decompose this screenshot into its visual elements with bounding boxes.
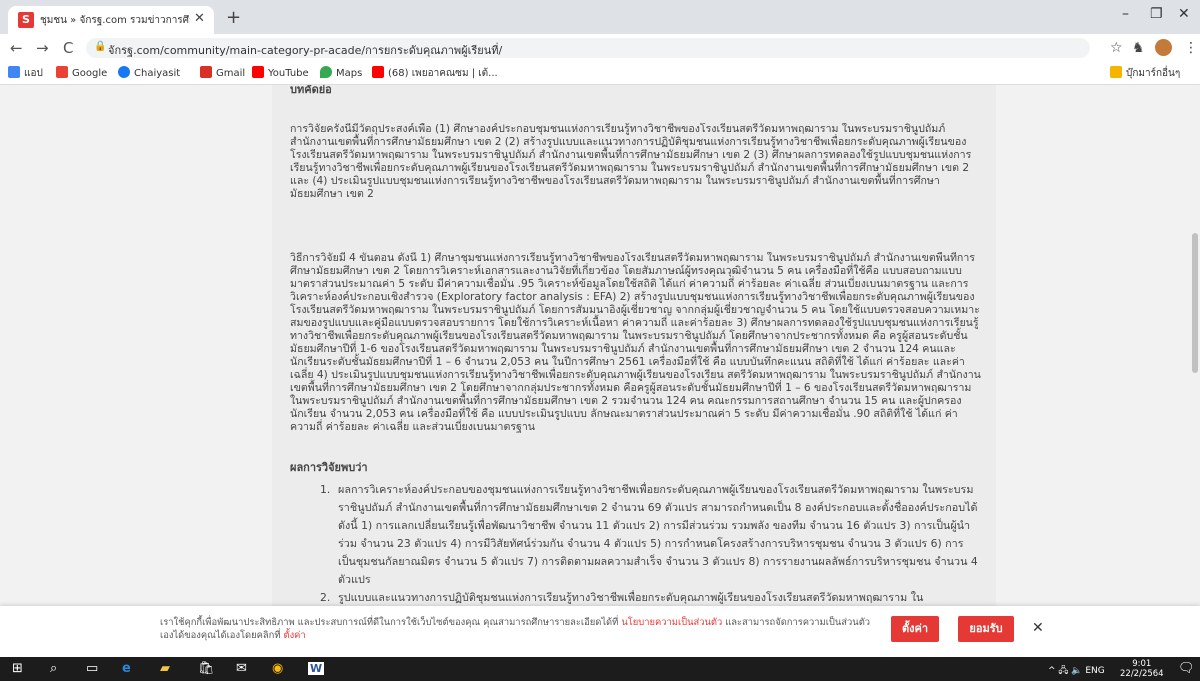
bookmark-chaiyasit[interactable]: Chaiyasit: [118, 66, 180, 79]
bookmark-youtube-video[interactable]: (68) เพยอาคณซม | เต้...: [372, 66, 498, 81]
page-viewport: บทคัดย่อ การวิจัยครั้งนี้มีวัตถุประสงค์เ…: [0, 85, 1200, 657]
youtube-icon: [252, 66, 264, 78]
tab-strip: S ชุมชน » จักรฐ.com รวมข่าวการศึกษ ✕ + –…: [0, 0, 1200, 34]
chrome-icon[interactable]: ◉: [272, 661, 283, 676]
google-icon: [56, 66, 68, 78]
browser-tab[interactable]: S ชุมชน » จักรฐ.com รวมข่าวการศึกษ ✕: [8, 6, 214, 34]
reload-button[interactable]: C: [63, 39, 73, 57]
system-tray[interactable]: ^ 🖧 🔈 ENG: [1048, 663, 1105, 679]
settings-link[interactable]: ตั้งค่า: [284, 630, 306, 641]
menu-icon[interactable]: ⋮: [1184, 40, 1198, 56]
mail-icon[interactable]: ✉: [236, 661, 247, 676]
bookmark-maps[interactable]: Maps: [320, 66, 362, 79]
list-item: 1. ผลการวิเคราะห์องค์ประกอบของชุมชนแห่งกา…: [320, 483, 978, 586]
list-item: 2. รูปแบบและแนวทางการปฏิบัติชุมชนแห่งการเ…: [320, 591, 924, 604]
apps-grid-icon: [8, 66, 20, 78]
forward-button[interactable]: →: [36, 39, 49, 57]
bookmark-apps[interactable]: แอป: [8, 66, 43, 81]
windows-taskbar: ⊞ ⌕ ▭ e ▰ 🛍 ✉ ◉ W ^ 🖧 🔈 ENG 9:01 22/2/256…: [0, 657, 1200, 681]
back-button[interactable]: ←: [10, 39, 23, 57]
restore-button[interactable]: ❐: [1150, 6, 1163, 22]
article-body: บทคัดย่อ การวิจัยครั้งนี้มีวัตถุประสงค์เ…: [272, 85, 996, 657]
tab-close-icon[interactable]: ✕: [194, 11, 205, 26]
youtube-icon: [372, 66, 384, 78]
file-explorer-icon[interactable]: ▰: [160, 661, 170, 676]
lock-icon: 🔒: [94, 41, 107, 52]
bookmark-star-icon[interactable]: ☆: [1110, 40, 1123, 56]
clock[interactable]: 9:01 22/2/2564: [1120, 659, 1164, 679]
bookmark-gmail[interactable]: Gmail: [200, 66, 245, 79]
other-bookmarks[interactable]: บุ๊กมาร์กอื่นๆ: [1110, 66, 1180, 81]
minimize-button[interactable]: –: [1122, 6, 1129, 22]
edge-browser-icon[interactable]: e: [122, 661, 131, 676]
scrollbar-thumb[interactable]: [1192, 233, 1198, 373]
gmail-icon: [200, 66, 212, 78]
cookie-banner: เราใช้คุกกี้เพื่อพัฒนาประสิทธิภาพ และประ…: [0, 606, 1200, 657]
abstract-paragraph-methods: วิธีการวิจัยมี 4 ขั้นตอน ดังนี้ 1) ศึกษา…: [290, 252, 981, 433]
url-bar[interactable]: 🔒 จักรฐ.com/community/main-category-pr-a…: [86, 38, 1090, 58]
search-icon[interactable]: ⌕: [50, 661, 57, 676]
extension-icon[interactable]: ♞: [1132, 40, 1145, 56]
folder-icon: [1110, 66, 1122, 78]
page-scrollbar[interactable]: [1190, 85, 1200, 657]
cookie-message: เราใช้คุกกี้เพื่อพัฒนาประสิทธิภาพ และประ…: [160, 617, 871, 641]
profile-avatar[interactable]: [1155, 39, 1172, 56]
bookmark-google[interactable]: Google: [56, 66, 107, 79]
facebook-icon: [118, 66, 130, 78]
cookie-close-icon[interactable]: ✕: [1032, 620, 1044, 636]
bookmarks-bar: แอป Google Chaiyasit Gmail YouTube Maps …: [0, 62, 1200, 85]
tab-title: ชุมชน » จักรฐ.com รวมข่าวการศึกษ: [40, 15, 190, 26]
results-heading: ผลการวิจัยพบว่า: [290, 461, 368, 474]
notification-icon[interactable]: 🗨: [1178, 661, 1195, 676]
start-button[interactable]: ⊞: [12, 661, 23, 676]
site-favicon-icon: S: [18, 12, 34, 28]
maps-pin-icon: [320, 66, 332, 78]
url-text[interactable]: จักรฐ.com/community/main-category-pr-aca…: [108, 41, 502, 59]
abstract-heading: บทคัดย่อ: [290, 85, 332, 96]
privacy-policy-link[interactable]: นโยบายความเป็นส่วนตัว: [621, 617, 722, 628]
abstract-paragraph-objectives: การวิจัยครั้งนี้มีวัตถุประสงค์เพื่อ (1) …: [290, 123, 972, 200]
store-icon[interactable]: 🛍: [198, 661, 215, 676]
window-close-button[interactable]: ✕: [1178, 6, 1190, 22]
task-view-icon[interactable]: ▭: [86, 661, 98, 676]
cookie-settings-button[interactable]: ตั้งค่า: [891, 616, 939, 642]
address-toolbar: ← → C 🔒 จักรฐ.com/community/main-categor…: [0, 34, 1200, 62]
cookie-accept-button[interactable]: ยอมรับ: [958, 616, 1014, 642]
new-tab-button[interactable]: +: [226, 7, 241, 28]
word-icon[interactable]: W: [308, 662, 325, 675]
results-list: 1. ผลการวิเคราะห์องค์ประกอบของชุมชนแห่งกา…: [320, 481, 978, 607]
bookmark-youtube[interactable]: YouTube: [252, 66, 309, 79]
